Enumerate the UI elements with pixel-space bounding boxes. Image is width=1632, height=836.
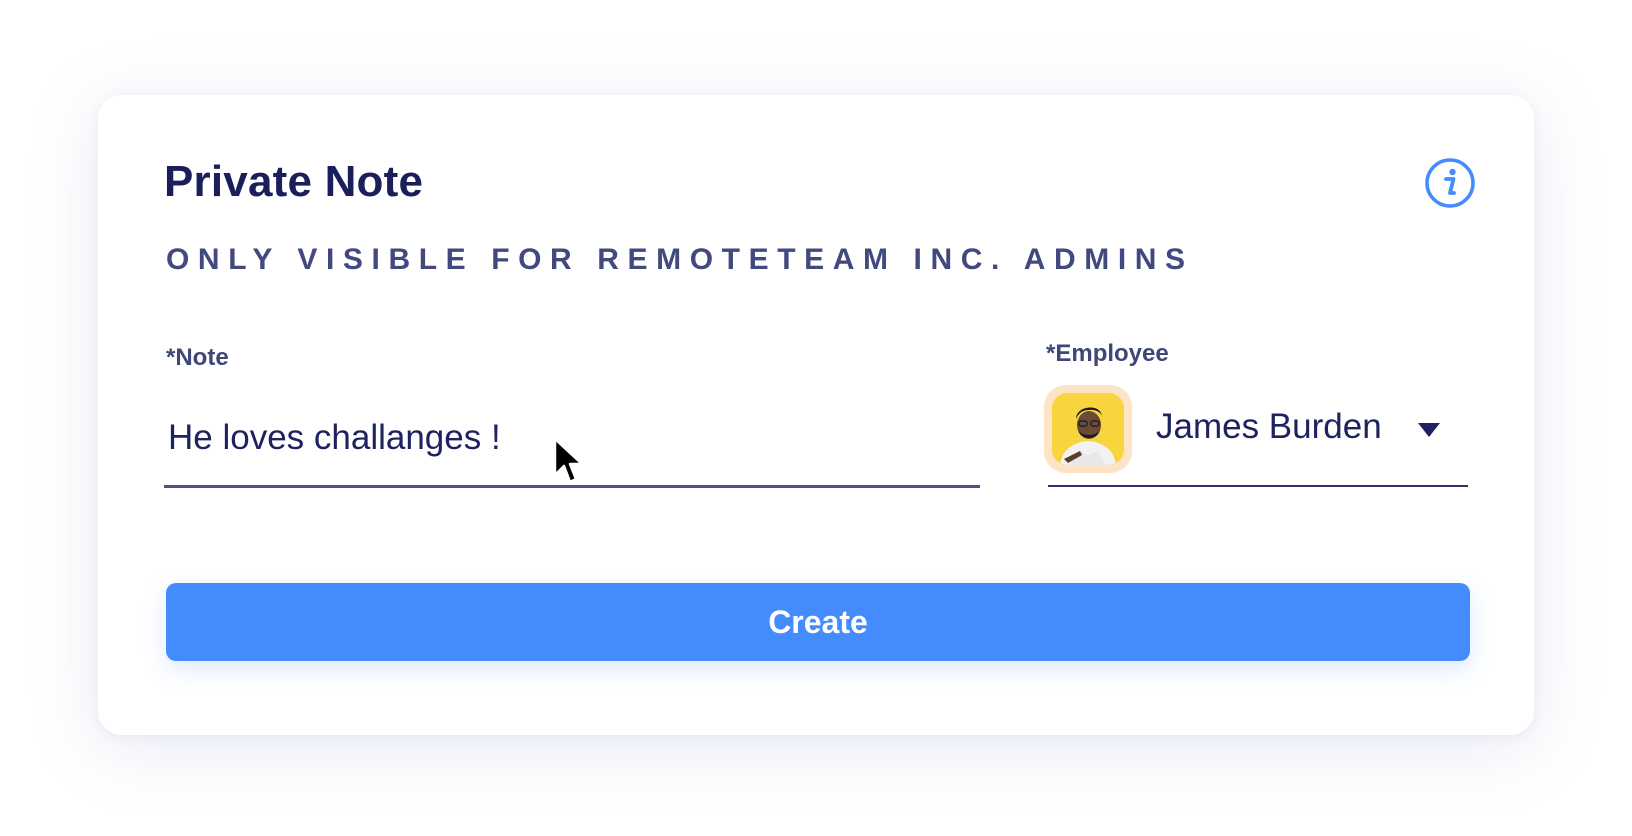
avatar-image	[1052, 393, 1124, 465]
employee-select[interactable]: James Burden	[1044, 385, 1468, 487]
employee-avatar	[1044, 385, 1132, 473]
mouse-cursor-icon	[553, 437, 584, 484]
card-title: Private Note	[164, 157, 424, 206]
chevron-down-icon[interactable]	[1418, 423, 1440, 437]
create-button[interactable]: Create	[166, 583, 1470, 661]
note-label: *Note	[166, 344, 229, 371]
visibility-notice: ONLY VISIBLE FOR REMOTETEAM INC. ADMINS	[166, 243, 1194, 276]
employee-name: James Burden	[1156, 407, 1382, 446]
person-icon	[1052, 393, 1124, 465]
private-note-card: Private Note ONLY VISIBLE FOR REMOTETEAM…	[98, 95, 1534, 735]
employee-label: *Employee	[1046, 340, 1169, 367]
info-icon[interactable]	[1424, 157, 1476, 209]
